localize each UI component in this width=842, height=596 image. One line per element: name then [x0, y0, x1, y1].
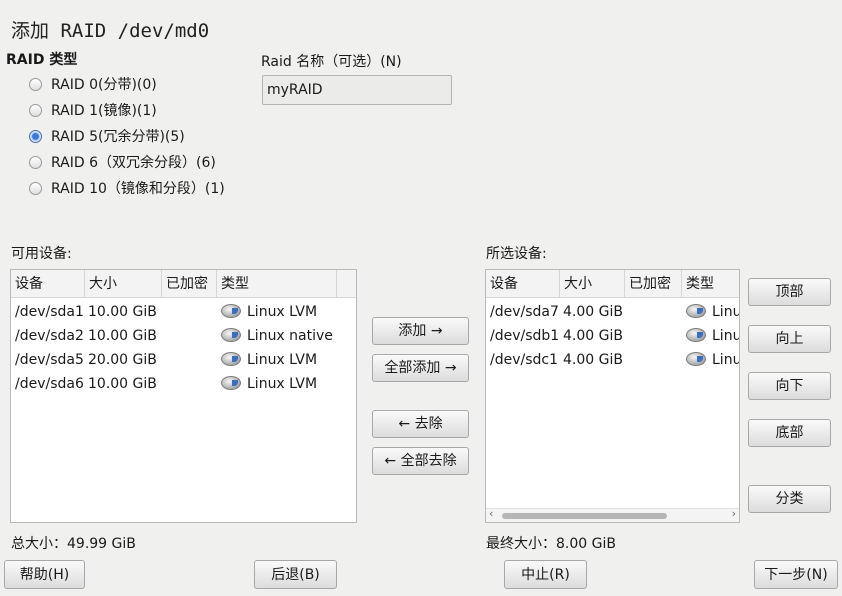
- disk-icon: [686, 352, 706, 366]
- column-encrypted[interactable]: 已加密: [162, 270, 217, 298]
- size-cell: 10.00 GiB: [88, 376, 157, 392]
- type-cell: Linux: [712, 352, 739, 368]
- scrollbar-thumb[interactable]: [502, 513, 667, 519]
- type-cell: Linux LVM: [247, 304, 318, 320]
- raid-type-label: RAID 类型: [6, 52, 78, 68]
- column-size[interactable]: 大小: [560, 270, 625, 298]
- radio-indicator[interactable]: [29, 103, 42, 117]
- radio-indicator[interactable]: [29, 155, 42, 169]
- disk-icon: [221, 328, 241, 342]
- size-cell: 20.00 GiB: [88, 352, 157, 368]
- device-cell: /dev/sdb1: [490, 328, 560, 344]
- raid-name-input[interactable]: myRAID: [262, 75, 452, 105]
- device-cell: /dev/sda2: [15, 328, 84, 344]
- column-device[interactable]: 设备: [486, 270, 560, 298]
- device-cell: /dev/sda5: [15, 352, 84, 368]
- available-devices-list[interactable]: 设备 大小 已加密 类型 /dev/sda1 10.00 GiB Linux L…: [10, 269, 357, 523]
- radio-indicator[interactable]: [29, 77, 42, 91]
- window-title: 添加 RAID /dev/md0: [11, 20, 210, 42]
- radio-raid0[interactable]: RAID 0(分带)(0): [29, 74, 157, 94]
- column-type[interactable]: 类型: [682, 270, 739, 298]
- table-row[interactable]: /dev/sda5 20.00 GiB Linux LVM: [11, 348, 356, 372]
- radio-raid1[interactable]: RAID 1(镜像)(1): [29, 100, 157, 120]
- add-button[interactable]: 添加 →: [372, 317, 469, 345]
- size-cell: 10.00 GiB: [88, 304, 157, 320]
- disk-icon: [221, 376, 241, 390]
- move-bottom-button[interactable]: 底部: [748, 419, 831, 447]
- move-top-button[interactable]: 顶部: [748, 278, 831, 306]
- column-size[interactable]: 大小: [85, 270, 162, 298]
- raid-name-label: Raid 名称（可选）(N): [261, 54, 402, 70]
- move-up-button[interactable]: 向上: [748, 325, 831, 353]
- type-cell: Linux: [712, 304, 739, 320]
- radio-raid6-label: RAID 6（双冗余分段）(6): [51, 155, 216, 171]
- column-type[interactable]: 类型: [217, 270, 337, 298]
- radio-raid0-label: RAID 0(分带)(0): [51, 77, 157, 93]
- device-cell: /dev/sda1: [15, 304, 84, 320]
- selected-devices-label: 所选设备:: [486, 246, 547, 262]
- device-cell: /dev/sda7: [490, 304, 559, 320]
- disk-icon: [686, 304, 706, 318]
- help-button[interactable]: 帮助(H): [4, 560, 85, 589]
- column-encrypted[interactable]: 已加密: [625, 270, 682, 298]
- abort-button[interactable]: 中止(R): [504, 560, 587, 589]
- type-cell: Linux: [712, 328, 739, 344]
- column-device[interactable]: 设备: [11, 270, 85, 298]
- radio-raid5-label: RAID 5(冗余分带)(5): [51, 129, 185, 145]
- device-cell: /dev/sdc1: [490, 352, 559, 368]
- table-row[interactable]: /dev/sdc1 4.00 GiB Linux: [486, 348, 739, 372]
- radio-raid6[interactable]: RAID 6（双冗余分段）(6): [29, 152, 216, 172]
- radio-indicator[interactable]: [29, 181, 42, 195]
- sort-button[interactable]: 分类: [748, 485, 831, 513]
- table-row[interactable]: /dev/sda7 4.00 GiB Linux: [486, 300, 739, 324]
- table-row[interactable]: /dev/sda6 10.00 GiB Linux LVM: [11, 372, 356, 396]
- type-cell: Linux native: [247, 328, 333, 344]
- type-cell: Linux LVM: [247, 352, 318, 368]
- table-row[interactable]: /dev/sdb1 4.00 GiB Linux: [486, 324, 739, 348]
- remove-all-button[interactable]: ← 全部去除: [372, 447, 469, 475]
- size-cell: 4.00 GiB: [563, 304, 623, 320]
- add-all-button[interactable]: 全部添加 →: [372, 354, 469, 382]
- scroll-left-icon[interactable]: ‹: [489, 507, 493, 520]
- move-down-button[interactable]: 向下: [748, 372, 831, 400]
- size-cell: 4.00 GiB: [563, 328, 623, 344]
- size-cell: 4.00 GiB: [563, 352, 623, 368]
- remove-button[interactable]: ← 去除: [372, 410, 469, 438]
- list-header: 设备 大小 已加密 类型: [11, 270, 356, 298]
- selected-final-size: 最终大小：8.00 GiB: [486, 536, 616, 552]
- horizontal-scrollbar[interactable]: ‹ ›: [486, 507, 739, 522]
- disk-icon: [686, 328, 706, 342]
- type-cell: Linux LVM: [247, 376, 318, 392]
- list-header: 设备 大小 已加密 类型: [486, 270, 739, 298]
- back-button[interactable]: 后退(B): [254, 560, 337, 589]
- selected-devices-list[interactable]: 设备 大小 已加密 类型 /dev/sda7 4.00 GiB Linux /d…: [485, 269, 740, 523]
- size-cell: 10.00 GiB: [88, 328, 157, 344]
- scroll-right-icon[interactable]: ›: [732, 507, 736, 520]
- available-total-size: 总大小：49.99 GiB: [11, 536, 136, 552]
- radio-raid10-label: RAID 10（镜像和分段）(1): [51, 181, 225, 197]
- next-button[interactable]: 下一步(N): [754, 560, 838, 589]
- table-row[interactable]: /dev/sda1 10.00 GiB Linux LVM: [11, 300, 356, 324]
- radio-raid5[interactable]: RAID 5(冗余分带)(5): [29, 126, 185, 146]
- disk-icon: [221, 352, 241, 366]
- table-row[interactable]: /dev/sda2 10.00 GiB Linux native: [11, 324, 356, 348]
- radio-raid10[interactable]: RAID 10（镜像和分段）(1): [29, 178, 225, 198]
- radio-raid1-label: RAID 1(镜像)(1): [51, 103, 157, 119]
- radio-indicator-selected[interactable]: [29, 129, 42, 143]
- disk-icon: [221, 304, 241, 318]
- device-cell: /dev/sda6: [15, 376, 84, 392]
- available-devices-label: 可用设备:: [11, 246, 72, 262]
